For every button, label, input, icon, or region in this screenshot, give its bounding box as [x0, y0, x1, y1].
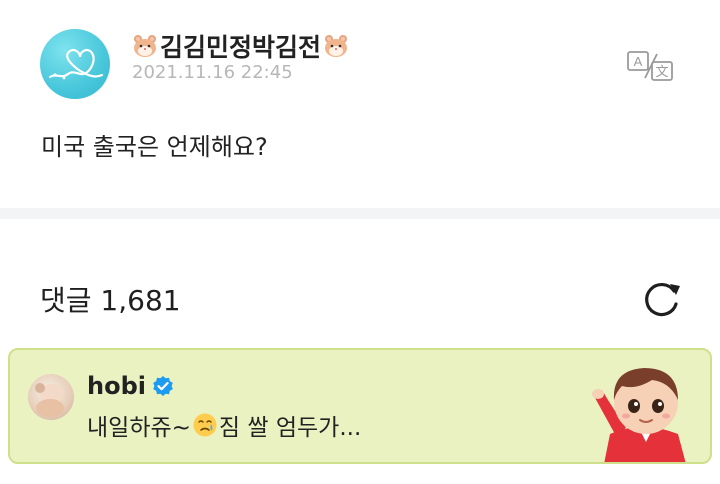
post-timestamp: 2021.11.16 22:45	[132, 62, 293, 83]
highlighted-comment[interactable]: hobi 내일하쥬~ 짐 쌀 엄두가...	[8, 348, 712, 464]
character-sticker	[582, 356, 704, 462]
comments-count: 댓글 1,681	[40, 284, 181, 317]
translate-icon: A 文	[627, 51, 673, 81]
comment-author-name: hobi	[87, 372, 146, 400]
hamster-left-icon	[134, 35, 156, 57]
crying-face-emoji-icon	[193, 413, 217, 437]
refresh-button[interactable]	[640, 278, 684, 320]
svg-text:文: 文	[655, 64, 668, 79]
translate-button[interactable]: A 文	[625, 48, 677, 84]
comment-author[interactable]: hobi	[87, 372, 174, 400]
character-illustration	[592, 368, 686, 462]
comments-header: 댓글 1,681	[0, 219, 720, 339]
avatar-photo	[35, 383, 64, 417]
post-body: 미국 출국은 언제해요?	[41, 133, 268, 161]
author-name-text: 김김민정박김전	[160, 33, 322, 62]
post: 김김민정박김전 2021.11.16 22:45 A 文 미국 출국은 언제해요…	[0, 0, 720, 208]
comment-text: 내일하쥬~ 짐 쌀 엄두가...	[87, 408, 361, 442]
svg-text:A: A	[634, 54, 643, 69]
comment-text-part-2: 짐 쌀 엄두가...	[218, 415, 362, 441]
verified-badge-icon	[153, 376, 173, 396]
refresh-icon	[645, 283, 680, 317]
author-avatar[interactable]	[40, 29, 110, 99]
hamster-right-icon	[325, 35, 348, 57]
comment-author-avatar[interactable]	[28, 374, 74, 420]
section-divider	[0, 208, 720, 219]
heart-doodle-icon	[48, 48, 104, 80]
author-name[interactable]: 김김민정박김전	[132, 28, 349, 64]
comment-text-part-1: 내일하쥬~	[87, 415, 191, 441]
